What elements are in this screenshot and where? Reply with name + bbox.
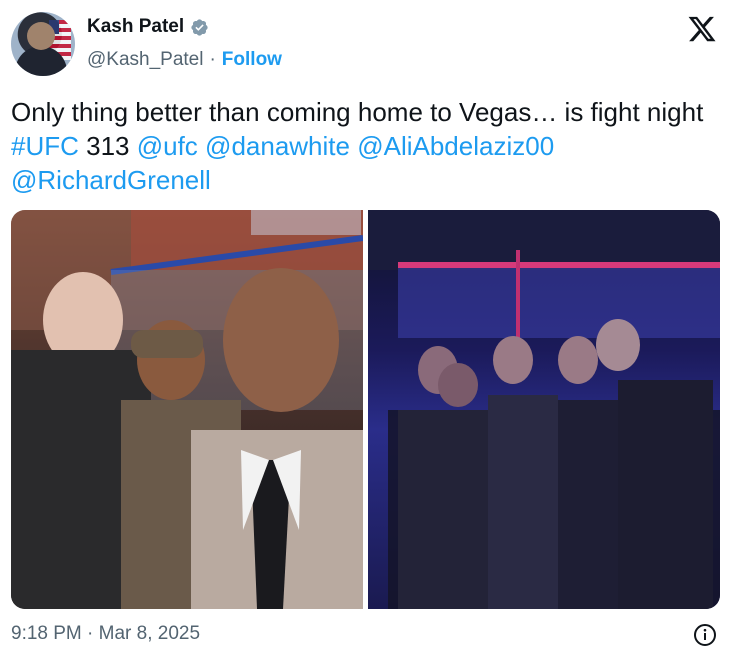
tweet-text-segment: 313 xyxy=(78,131,137,161)
photo-fight-night-selfie[interactable] xyxy=(11,210,363,609)
follow-button[interactable]: Follow xyxy=(222,49,282,71)
tweet-timestamp[interactable]: 9:18 PM · Mar 8, 2025 xyxy=(11,623,200,645)
tweet-link[interactable]: @AliAbdelaziz00 xyxy=(357,131,554,161)
tweet-card: Kash Patel @Kash_Patel · Follow Only thi… xyxy=(0,0,735,661)
info-icon[interactable] xyxy=(693,623,717,647)
tweet-link[interactable]: @ufc xyxy=(137,131,198,161)
photo-cageside-group[interactable] xyxy=(368,210,720,609)
tweet-text-segment xyxy=(198,131,205,161)
author-name[interactable]: Kash Patel xyxy=(87,16,184,38)
media-grid[interactable] xyxy=(11,210,720,609)
avatar-head-graphic xyxy=(27,22,55,50)
photo-right-illustration xyxy=(368,210,720,609)
verified-badge-icon xyxy=(191,18,208,36)
author-name-row: Kash Patel xyxy=(87,16,209,38)
x-logo-icon[interactable] xyxy=(686,14,718,44)
tweet-link[interactable]: @danawhite xyxy=(205,131,350,161)
author-handle-row: @Kash_Patel · Follow xyxy=(87,49,282,71)
separator-dot: · xyxy=(209,49,216,70)
tweet-link[interactable]: #UFC xyxy=(11,131,79,161)
author-avatar[interactable] xyxy=(11,12,75,76)
author-handle[interactable]: @Kash_Patel xyxy=(87,49,203,71)
photo-left-illustration xyxy=(11,210,363,609)
tweet-text: Only thing better than coming home to Ve… xyxy=(11,95,711,197)
tweet-text-segment: Only thing better than coming home to Ve… xyxy=(11,97,704,127)
tweet-link[interactable]: @RichardGrenell xyxy=(11,165,211,195)
